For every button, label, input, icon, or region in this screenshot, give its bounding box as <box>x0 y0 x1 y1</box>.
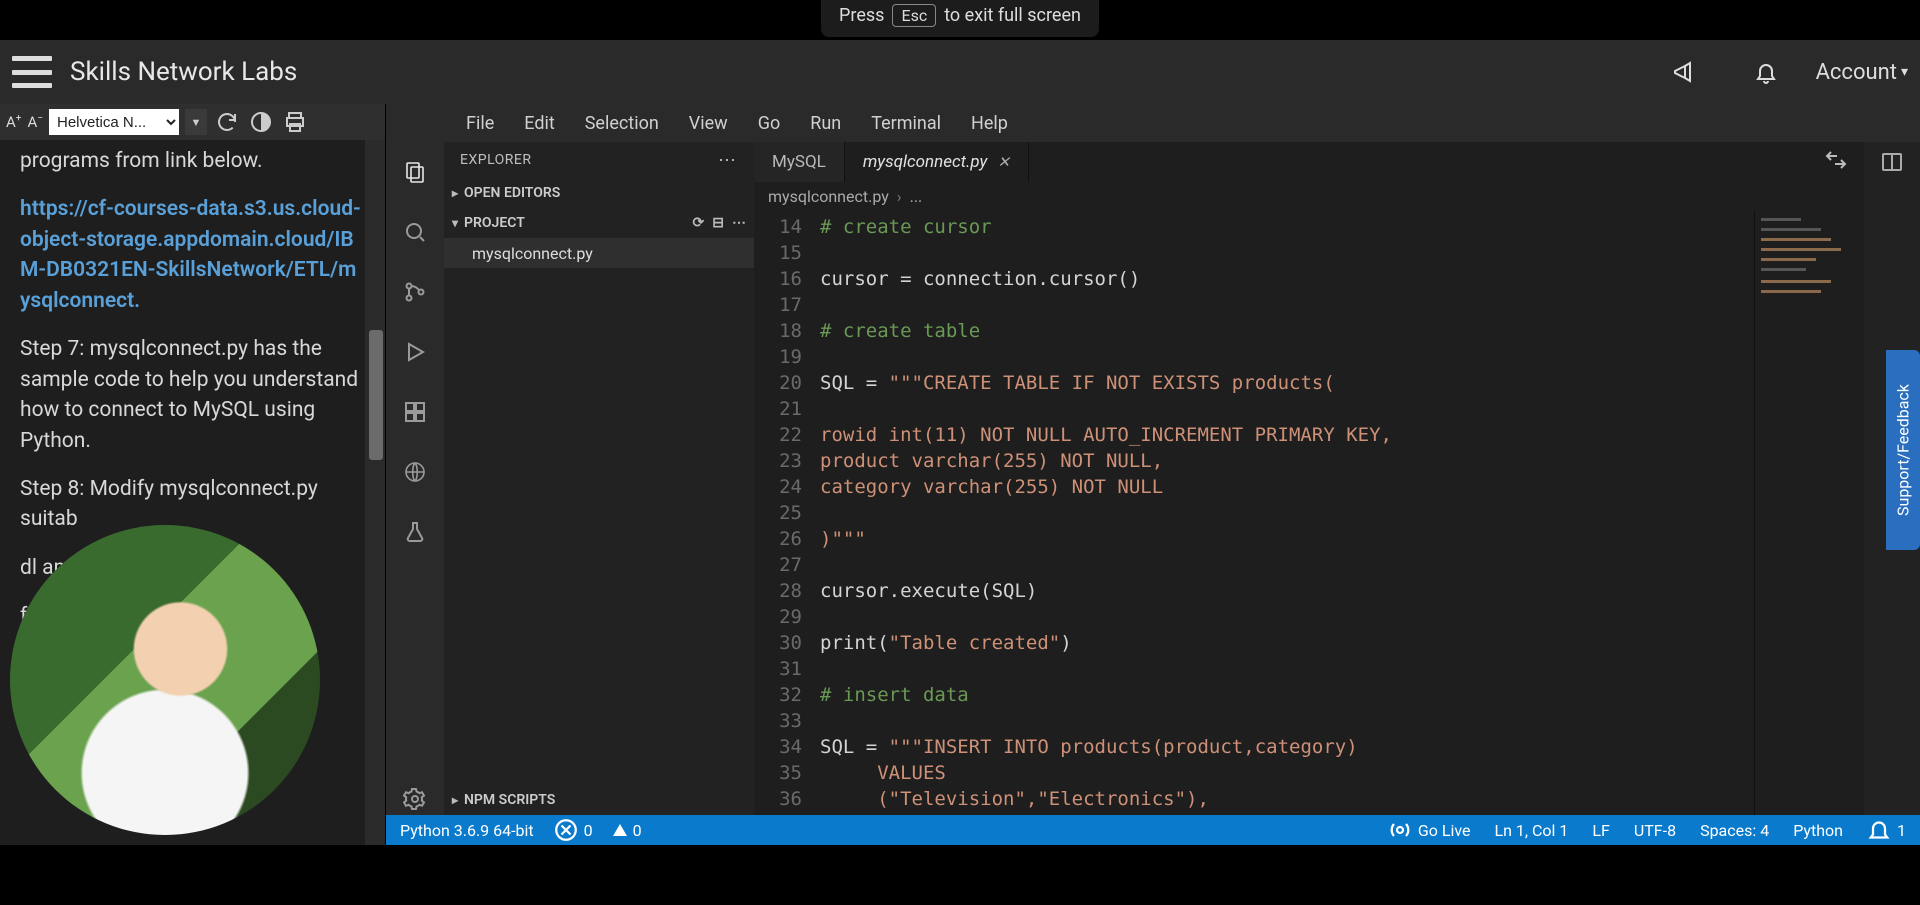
open-editors-label: OPEN EDITORS <box>464 185 560 201</box>
bell-icon[interactable] <box>1746 52 1786 92</box>
refresh-explorer-icon[interactable]: ⟳ <box>693 215 705 231</box>
status-spaces[interactable]: Spaces: 4 <box>1700 821 1769 840</box>
status-notifications[interactable]: 1 <box>1867 818 1906 842</box>
instructions-toolbar: A+ A− Helvetica N... ▼ <box>0 104 385 140</box>
clipped-text: programs from link below. <box>20 146 365 176</box>
menu-help[interactable]: Help <box>971 113 1008 134</box>
explorer-more-icon[interactable]: ⋯ <box>718 150 738 171</box>
warnings-count: 0 <box>633 821 642 840</box>
step8-text: Step 8: Modify mysqlconnect.py suitab <box>20 474 365 535</box>
gear-icon[interactable] <box>399 783 431 815</box>
download-link[interactable]: https://cf-courses-data.s3.us.cloud-obje… <box>20 197 361 312</box>
menu-terminal[interactable]: Terminal <box>871 113 941 134</box>
presenter-avatar <box>10 525 320 835</box>
dropdown-button[interactable]: ▼ <box>185 109 207 135</box>
brand-title: Skills Network Labs <box>70 57 297 87</box>
announcement-icon[interactable] <box>1664 52 1704 92</box>
status-golive[interactable]: Go Live <box>1388 818 1471 842</box>
account-menu[interactable]: Account ▾ <box>1816 60 1908 85</box>
menu-selection[interactable]: Selection <box>585 113 659 134</box>
project-label: PROJECT <box>464 215 525 231</box>
code-content[interactable]: # create cursor cursor = connection.curs… <box>814 210 1754 815</box>
source-control-icon[interactable] <box>399 276 431 308</box>
scrollbar-thumb[interactable] <box>369 330 383 460</box>
menu-run[interactable]: Run <box>810 113 841 134</box>
run-debug-icon[interactable] <box>399 336 431 368</box>
activity-bar <box>386 142 444 815</box>
account-label: Account <box>1816 60 1897 85</box>
chevron-right-icon: ▸ <box>452 793 458 807</box>
extensions-icon[interactable] <box>399 396 431 428</box>
explorer-icon[interactable] <box>399 156 431 188</box>
split-editor-icon[interactable] <box>1864 142 1920 182</box>
status-eol[interactable]: LF <box>1592 821 1609 840</box>
esc-key: Esc <box>892 4 936 27</box>
caret-down-icon: ▾ <box>1901 64 1908 80</box>
print-icon[interactable] <box>281 109 309 135</box>
instructions-scrollbar[interactable] <box>365 140 385 845</box>
golive-label: Go Live <box>1418 821 1471 840</box>
editor-tabs: MySQL mysqlconnect.py ✕ <box>754 142 1864 182</box>
status-language[interactable]: Python <box>1793 821 1843 840</box>
tab-mysqlconnect-label: mysqlconnect.py <box>863 152 988 172</box>
status-bar: Python 3.6.9 64-bit 0 0 Go Live <box>386 815 1920 845</box>
status-warnings[interactable]: 0 <box>613 821 642 840</box>
more-actions-icon[interactable]: ⋯ <box>732 215 746 231</box>
hint-post: to exit full screen <box>944 5 1081 26</box>
minimap[interactable] <box>1754 210 1864 815</box>
status-encoding[interactable]: UTF-8 <box>1634 821 1676 840</box>
font-select[interactable]: Helvetica N... <box>49 109 179 135</box>
breadcrumb-rest: ... <box>910 187 923 206</box>
errors-count: 0 <box>584 821 593 840</box>
text-smaller-button[interactable]: A− <box>27 113 43 131</box>
npm-scripts-label: NPM SCRIPTS <box>464 792 555 808</box>
collapse-icon[interactable]: ⊟ <box>712 215 724 231</box>
compare-icon[interactable] <box>1824 148 1848 176</box>
contrast-icon[interactable] <box>247 109 275 135</box>
beaker-icon[interactable] <box>399 516 431 548</box>
refresh-icon[interactable] <box>213 109 241 135</box>
breadcrumb-file: mysqlconnect.py <box>768 187 889 206</box>
status-errors[interactable]: 0 <box>554 818 593 842</box>
status-position[interactable]: Ln 1, Col 1 <box>1494 821 1568 840</box>
close-icon[interactable]: ✕ <box>997 153 1010 171</box>
support-feedback-tab[interactable]: Support/Feedback <box>1886 350 1920 550</box>
file-item-mysqlconnect[interactable]: mysqlconnect.py <box>444 238 754 268</box>
ide-menubar: File Edit Selection View Go Run Terminal… <box>386 104 1920 142</box>
status-python[interactable]: Python 3.6.9 64-bit <box>400 821 534 840</box>
tab-mysql[interactable]: MySQL <box>754 142 845 182</box>
breadcrumb[interactable]: mysqlconnect.py › ... <box>754 182 1864 210</box>
line-gutter: 1415161718192021222324252627282930313233… <box>754 210 814 815</box>
text-larger-button[interactable]: A+ <box>6 113 21 131</box>
menu-edit[interactable]: Edit <box>524 113 554 134</box>
code-editor[interactable]: 1415161718192021222324252627282930313233… <box>754 210 1864 815</box>
npm-scripts-section[interactable]: ▸ NPM SCRIPTS <box>444 785 754 815</box>
menu-file[interactable]: File <box>466 113 494 134</box>
explorer-title: EXPLORER <box>460 152 532 168</box>
search-icon[interactable] <box>399 216 431 248</box>
chevron-down-icon: ▾ <box>452 216 458 230</box>
project-section[interactable]: ▾ PROJECT ⟳ ⊟ ⋯ <box>444 208 754 238</box>
explorer-sidebar: EXPLORER ⋯ ▸ OPEN EDITORS ▾ PROJECT ⟳ <box>444 142 754 815</box>
hint-pre: Press <box>839 5 884 26</box>
tab-mysql-label: MySQL <box>772 152 826 172</box>
tab-mysqlconnect[interactable]: mysqlconnect.py ✕ <box>845 142 1029 182</box>
app-header: Skills Network Labs Account ▾ <box>0 40 1920 104</box>
globe-icon[interactable] <box>399 456 431 488</box>
step7-text: Step 7: mysqlconnect.py has the sample c… <box>20 334 365 456</box>
notif-count: 1 <box>1897 821 1906 840</box>
fullscreen-hint: Press Esc to exit full screen <box>821 0 1099 37</box>
menu-icon[interactable] <box>12 56 52 88</box>
chevron-right-icon: ▸ <box>452 186 458 200</box>
menu-view[interactable]: View <box>689 113 728 134</box>
open-editors-section[interactable]: ▸ OPEN EDITORS <box>444 178 754 208</box>
warning-icon <box>613 824 627 836</box>
chevron-right-icon: › <box>897 187 902 206</box>
menu-go[interactable]: Go <box>758 113 781 134</box>
instructions-panel: A+ A− Helvetica N... ▼ <box>0 104 386 845</box>
